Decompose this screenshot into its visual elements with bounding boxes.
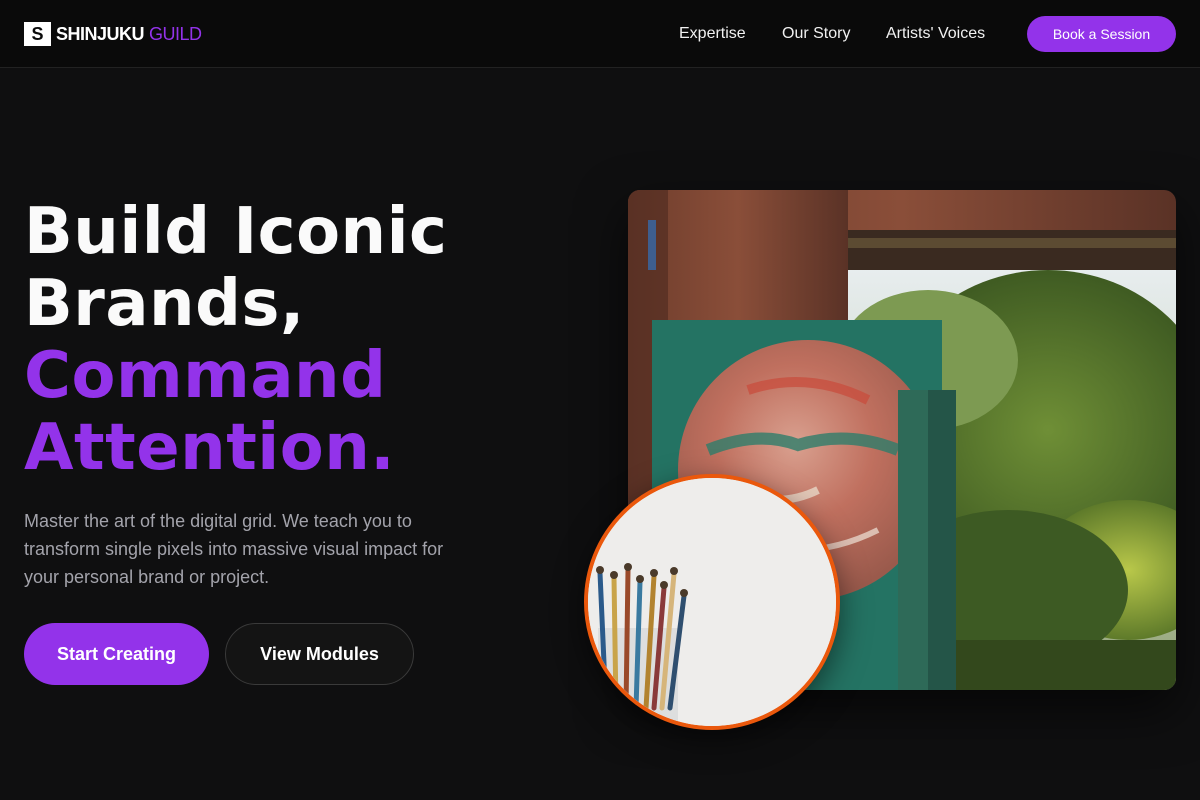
headline-line-2: Brands, — [24, 267, 305, 341]
paint-brushes-photo — [584, 474, 840, 730]
book-session-button[interactable]: Book a Session — [1027, 16, 1176, 52]
nav-link-artists-voices[interactable]: Artists' Voices — [886, 24, 985, 44]
logo-word: SHINJUKU — [56, 23, 145, 44]
hero-headline: Build Iconic Brands, Command Attention. — [24, 196, 447, 484]
headline-line-3: Command — [24, 339, 387, 413]
nav-link-our-story[interactable]: Our Story — [782, 24, 850, 44]
headline-line-1: Build Iconic — [24, 195, 448, 269]
nav-link-expertise[interactable]: Expertise — [679, 24, 746, 44]
hero-subtitle: Master the art of the digital grid. We t… — [24, 511, 444, 587]
headline-line-4: Attention. — [24, 411, 396, 485]
paint-brushes-illustration — [588, 478, 836, 726]
logo-mark-icon: S — [24, 22, 51, 46]
logo-accent-word: GUILD — [149, 23, 202, 44]
start-creating-button[interactable]: Start Creating — [24, 623, 209, 685]
view-modules-button[interactable]: View Modules — [225, 623, 414, 685]
top-navbar: S SHINJUKU GUILD Expertise Our Story Art… — [0, 0, 1200, 68]
logo[interactable]: S SHINJUKU GUILD — [24, 22, 202, 46]
